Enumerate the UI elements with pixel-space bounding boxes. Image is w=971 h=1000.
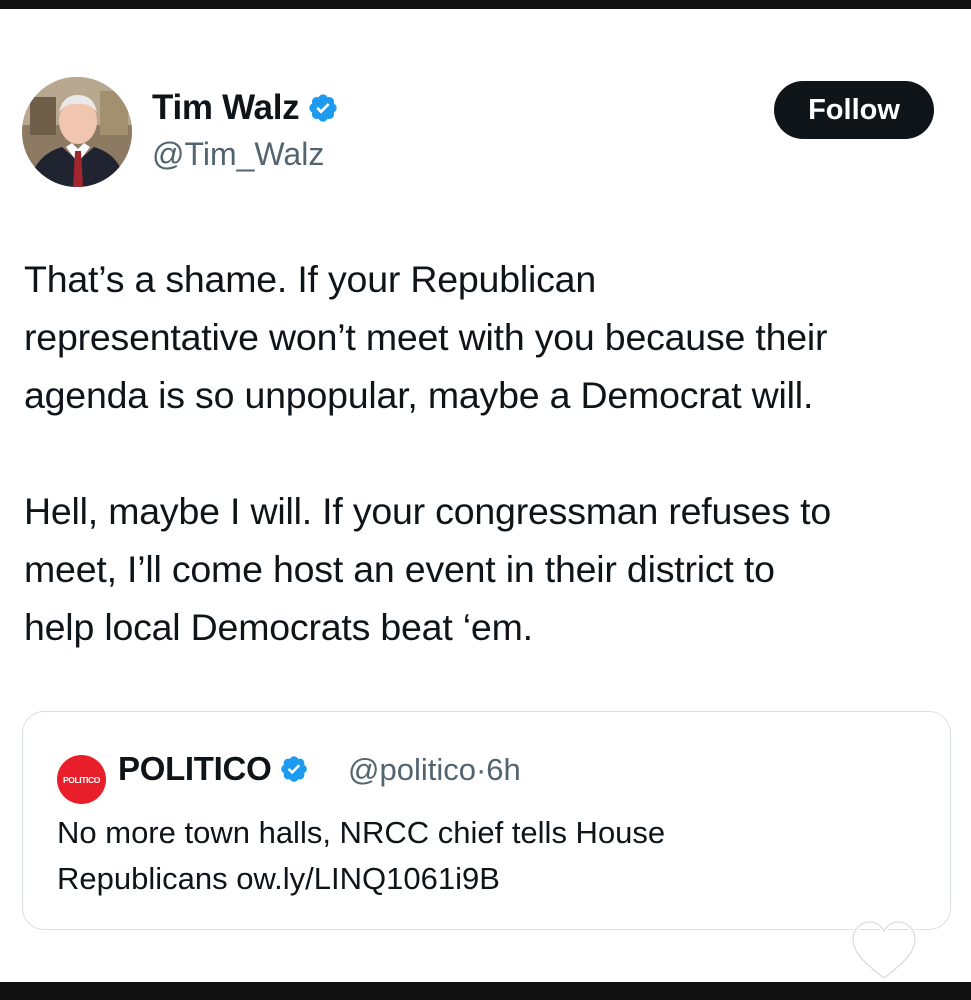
tweet-line: Hell, maybe I will. If your congressman … bbox=[24, 490, 831, 532]
author-avatar[interactable] bbox=[22, 77, 132, 187]
verified-badge-icon bbox=[279, 754, 309, 784]
follow-button[interactable]: Follow bbox=[774, 81, 934, 139]
tweet-line: representative won’t meet with you becau… bbox=[24, 316, 828, 358]
politico-avatar-logo: POLITICO bbox=[63, 774, 100, 785]
tweet-text: That’s a shame. If your Republican repre… bbox=[24, 250, 964, 656]
tweet-line: help local Democrats beat ‘em. bbox=[24, 606, 533, 648]
quoted-text: No more town halls, NRCC chief tells Hou… bbox=[57, 810, 937, 902]
author-handle[interactable]: @Tim_Walz bbox=[152, 136, 324, 173]
quoted-handle[interactable]: @politico bbox=[348, 752, 476, 787]
verified-badge-icon bbox=[307, 92, 339, 124]
quoted-author-row[interactable]: POLITICO bbox=[118, 750, 309, 788]
quoted-author-name[interactable]: POLITICO bbox=[118, 750, 272, 788]
bottom-frame-bar bbox=[0, 982, 971, 1000]
meta-separator: · bbox=[475, 752, 487, 787]
quoted-time[interactable]: 6h bbox=[486, 752, 520, 787]
author-name[interactable]: Tim Walz bbox=[152, 88, 300, 128]
tweet-line: meet, I’ll come host an event in their d… bbox=[24, 548, 775, 590]
tweet-line: agenda is so unpopular, maybe a Democrat… bbox=[24, 374, 814, 416]
author-name-row[interactable]: Tim Walz bbox=[152, 88, 339, 128]
quoted-meta: @politico·6h bbox=[348, 752, 521, 788]
tweet-line: That’s a shame. If your Republican bbox=[24, 258, 596, 300]
top-frame-bar bbox=[0, 0, 971, 9]
quoted-text-line: No more town halls, NRCC chief tells Hou… bbox=[57, 815, 666, 850]
heart-outline-icon[interactable] bbox=[849, 918, 919, 984]
quoted-text-line[interactable]: Republicans ow.ly/LINQ1061i9B bbox=[57, 856, 937, 902]
quoted-tweet-card[interactable]: POLITICO POLITICO @politico·6h No more t… bbox=[22, 711, 951, 930]
politico-avatar[interactable]: POLITICO bbox=[57, 755, 106, 804]
